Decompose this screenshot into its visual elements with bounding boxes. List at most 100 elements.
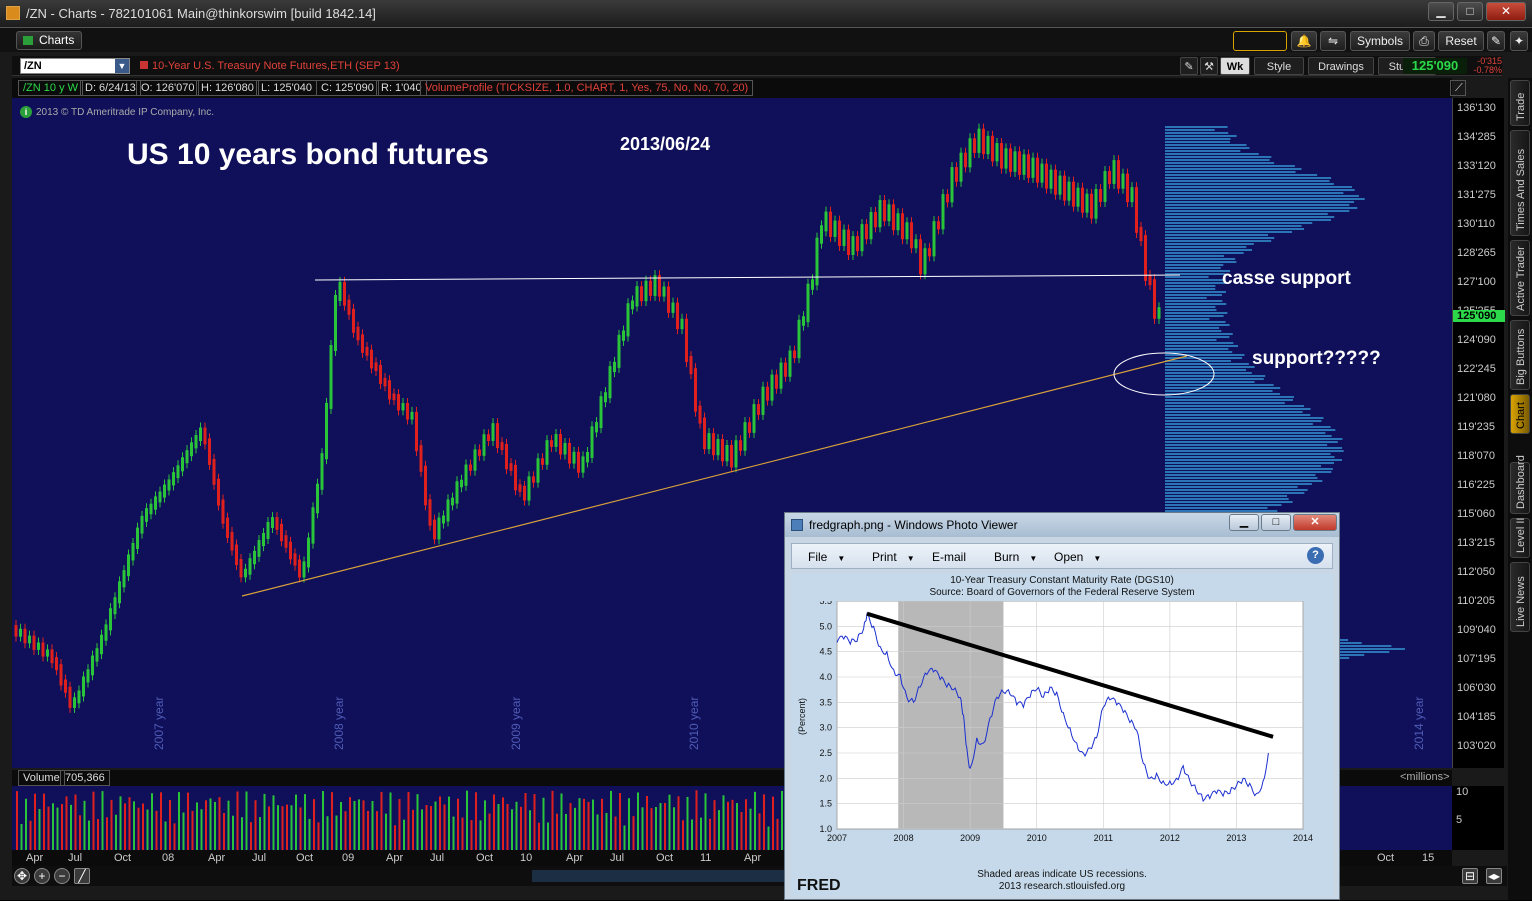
candle-body	[635, 286, 639, 307]
y-tick-label: 2.5	[819, 748, 832, 758]
menu-email[interactable]: E-mail	[932, 550, 966, 564]
tab-chart[interactable]: Chart	[1510, 394, 1530, 434]
volume-bar	[488, 813, 491, 850]
candle-body	[271, 517, 274, 528]
date-tick: 10	[520, 852, 533, 864]
volume-profile-bar	[1165, 465, 1322, 467]
color-box[interactable]	[1233, 31, 1287, 51]
menu-burn[interactable]: Burn ▼	[994, 550, 1037, 564]
candle-body	[1117, 160, 1120, 189]
candle-body	[257, 540, 261, 557]
candle-body	[55, 657, 58, 671]
tab-charts[interactable]: Charts	[16, 31, 82, 50]
volume-bar	[547, 822, 549, 850]
scroll-arrows-icon[interactable]: ◂▸	[1486, 868, 1502, 884]
symbol-input[interactable]: /ZN ▼	[20, 58, 130, 74]
price-tick: 127'100	[1457, 276, 1496, 288]
zoom-out-icon[interactable]: −	[54, 868, 70, 884]
candle-body	[797, 319, 801, 359]
volume-bar	[542, 797, 545, 850]
volume-profile-bar	[1165, 129, 1215, 131]
date-tick: Oct	[1377, 852, 1395, 864]
volume-bar	[641, 807, 644, 850]
tab-big-buttons[interactable]: Big Buttons	[1510, 320, 1530, 390]
symbols-button[interactable]: Symbols	[1350, 31, 1410, 51]
volume-profile-bar	[1165, 159, 1270, 161]
drawing-tools-icon[interactable]: ✎	[1180, 57, 1198, 75]
pin-icon[interactable]: ✎	[1487, 31, 1505, 51]
tab-level-ii[interactable]: Level II	[1510, 518, 1530, 558]
volume-bar	[578, 798, 581, 850]
drawings-button[interactable]: Drawings	[1308, 57, 1374, 75]
volume-bar	[25, 798, 27, 850]
candle-body	[793, 350, 796, 359]
menu-open[interactable]: Open ▼	[1054, 550, 1101, 564]
link-icon[interactable]: ⇋	[1320, 31, 1346, 51]
volume-bar	[506, 803, 509, 850]
candle-body	[689, 356, 693, 375]
volume-bar	[704, 793, 707, 850]
volume-bar	[106, 817, 108, 850]
chevron-down-icon: ▼	[1093, 554, 1102, 563]
candle-body	[1126, 173, 1129, 203]
candle-body	[145, 508, 148, 522]
date-tick: 11	[700, 852, 712, 864]
candle-body	[527, 476, 531, 501]
tab-live-news[interactable]: Live News	[1510, 562, 1530, 632]
volume-profile-bar	[1165, 471, 1332, 473]
candle-body	[892, 204, 895, 231]
menu-file[interactable]: File ▼	[808, 550, 845, 564]
candle-body	[820, 225, 823, 244]
study-label[interactable]: VolumeProfile (TICKSIZE, 1.0, CHART, 1, …	[420, 80, 754, 96]
volume-bar	[263, 793, 266, 850]
tab-active-trader[interactable]: Active Trader	[1510, 240, 1530, 316]
volume-profile-bar	[1165, 165, 1295, 167]
candle-body	[122, 570, 126, 588]
menu-print[interactable]: Print ▼	[872, 550, 915, 564]
price-tick: 110'205	[1457, 595, 1495, 607]
bell-icon[interactable]: 🔔	[1291, 31, 1317, 51]
pv-maximize-button[interactable]: □	[1261, 514, 1291, 531]
expand-icon[interactable]: ⊟	[1462, 868, 1478, 884]
pv-minimize-button[interactable]: ▁	[1229, 514, 1259, 531]
volume-tick: 10	[1456, 786, 1469, 798]
volume-bar	[137, 807, 140, 850]
price-axis[interactable]: 136'130 134'285 133'120 131'275 130'110 128'2…	[1452, 98, 1505, 768]
volume-profile-bar	[1165, 222, 1313, 224]
gear-icon[interactable]: ✦	[1510, 31, 1528, 51]
draw-line-icon[interactable]: ╱	[74, 868, 90, 884]
candle-body	[1063, 175, 1066, 201]
tab-times-and-sales[interactable]: Times And Sales	[1510, 130, 1530, 236]
help-icon[interactable]: ?	[1307, 547, 1324, 564]
minimize-button[interactable]: ▁	[1428, 2, 1454, 21]
close-button[interactable]: ✕	[1486, 2, 1526, 21]
volume-bar	[520, 806, 522, 850]
volume-bar	[326, 816, 329, 850]
volume-bar	[142, 803, 144, 850]
pv-close-button[interactable]: ✕	[1293, 514, 1337, 531]
volume-bar	[623, 825, 626, 850]
symbol-row: /ZN ▼ 10-Year U.S. Treasury Note Futures…	[12, 56, 1502, 76]
volume-profile-bar	[1165, 216, 1335, 218]
candle-body	[716, 439, 720, 456]
wrench-icon[interactable]: ⚒	[1200, 57, 1218, 75]
candle-body	[289, 541, 292, 560]
maximize-button[interactable]: □	[1457, 2, 1483, 21]
candle-body	[991, 135, 994, 162]
candle-body	[910, 222, 913, 249]
volume-profile-bar	[1165, 411, 1303, 413]
chevron-down-icon[interactable]: ▼	[115, 59, 129, 73]
tab-trade[interactable]: Trade	[1510, 80, 1530, 126]
aggregation-button[interactable]: Wk	[1220, 57, 1250, 75]
candle-body	[739, 440, 742, 451]
zoom-in-icon[interactable]: +	[34, 868, 50, 884]
tab-dashboard[interactable]: Dashboard	[1510, 455, 1530, 514]
reset-button[interactable]: Reset	[1438, 31, 1484, 51]
style-button[interactable]: Style	[1254, 57, 1304, 75]
pan-icon[interactable]: ✥	[14, 868, 30, 884]
print-icon[interactable]: ⎙	[1413, 31, 1435, 51]
chart-settings-icon[interactable]: ⟋	[1450, 80, 1466, 96]
candle-body	[302, 561, 306, 578]
volume-bar	[736, 803, 738, 850]
candle-body	[982, 128, 985, 155]
